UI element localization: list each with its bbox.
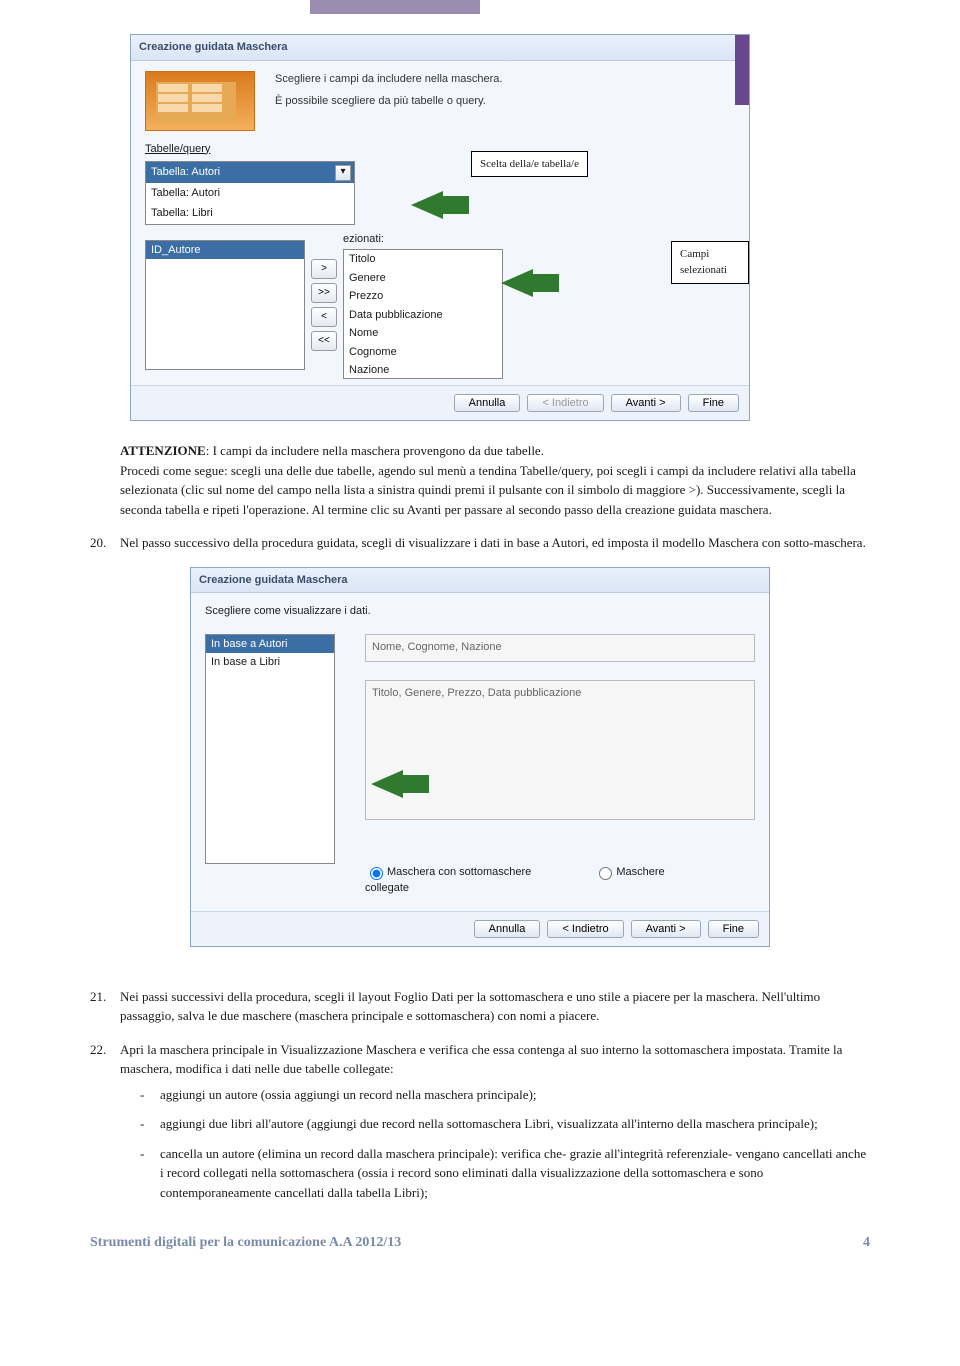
step-20-number: 20. — [90, 533, 106, 553]
green-arrow-icon — [411, 191, 443, 219]
radio-subform[interactable]: Maschera con sottomaschere — [365, 866, 531, 878]
list-item[interactable]: Nome — [344, 324, 502, 343]
footer-title: Strumenti digitali per la comunicazione … — [90, 1232, 401, 1253]
wizard1-title: Creazione guidata Maschera — [131, 35, 749, 61]
page-footer: Strumenti digitali per la comunicazione … — [90, 1232, 870, 1253]
radio-subform-label: Maschera con sottomaschere — [387, 866, 531, 878]
radio-linked-input[interactable] — [599, 867, 612, 880]
list-item[interactable]: Cognome — [344, 343, 502, 362]
step-22: 22. Apri la maschera principale in Visua… — [90, 1040, 870, 1203]
step-22-number: 22. — [90, 1040, 106, 1060]
next-button[interactable]: Avanti > — [611, 394, 681, 412]
green-arrow-icon — [371, 770, 403, 798]
step-21: 21. Nei passi successivi della procedura… — [90, 987, 870, 1026]
wizard1-description: Scegliere i campi da includere nella mas… — [275, 71, 735, 116]
top-accent-bar — [310, 0, 480, 14]
para-19-body: Procedi come segue: scegli una delle due… — [120, 463, 856, 517]
step-20-text: Nel passo successivo della procedura gui… — [120, 535, 866, 550]
paragraph-attention: ATTENZIONE: I campi da includere nella m… — [90, 441, 870, 519]
back-button[interactable]: < Indietro — [547, 920, 623, 938]
finish-button[interactable]: Fine — [688, 394, 739, 412]
view-by-list[interactable]: In base a Autori In base a Libri — [205, 634, 335, 864]
list-item[interactable]: In base a Autori — [206, 635, 334, 654]
dropdown-option[interactable]: Tabella: Autori — [146, 162, 354, 183]
list-item[interactable]: Genere — [344, 269, 502, 288]
tables-query-label: Tabelle/query — [145, 141, 735, 158]
tables-query-dropdown[interactable]: ▾ Tabella: Autori Tabella: Autori Tabell… — [145, 161, 355, 225]
wizard2-instruction: Scegliere come visualizzare i dati. — [191, 593, 769, 620]
dropdown-option[interactable]: Tabella: Autori — [146, 183, 354, 204]
step-20: 20. Nel passo successivo della procedura… — [90, 533, 870, 553]
finish-button[interactable]: Fine — [708, 920, 759, 938]
cancel-button[interactable]: Annulla — [474, 920, 541, 938]
callout-scelta-tabella: Scelta della/e tabella/e — [471, 151, 588, 178]
green-arrow-icon — [501, 269, 533, 297]
step-22-text: Apri la maschera principale in Visualizz… — [120, 1042, 842, 1077]
list-item[interactable]: Data pubblicazione — [344, 306, 502, 325]
bullet-item: aggiungi un autore (ossia aggiungi un re… — [148, 1085, 870, 1105]
list-item[interactable]: In base a Libri — [206, 653, 334, 672]
back-button: < Indietro — [527, 394, 603, 412]
footer-page-number: 4 — [863, 1232, 870, 1253]
callout-campi-selezionati: Campi selezionati — [671, 241, 749, 284]
wizard2-footer: Annulla < Indietro Avanti > Fine — [191, 911, 769, 946]
bullet-item: cancella un autore (elimina un record da… — [148, 1144, 870, 1203]
next-button[interactable]: Avanti > — [631, 920, 701, 938]
dropdown-button-icon[interactable]: ▾ — [335, 165, 351, 181]
add-all-button[interactable]: >> — [311, 283, 337, 303]
wiz1-desc-line1: Scegliere i campi da includere nella mas… — [275, 71, 735, 88]
remove-field-button[interactable]: < — [311, 307, 337, 327]
selected-fields-list[interactable]: Titolo Genere Prezzo Data pubblicazione … — [343, 249, 503, 379]
selected-fields-label: ezionati: — [343, 231, 503, 248]
wiz1-desc-line2: È possibile scegliere da più tabelle o q… — [275, 93, 735, 110]
wizard2-title: Creazione guidata Maschera — [191, 568, 769, 594]
sub-fields-preview: Titolo, Genere, Prezzo, Data pubblicazio… — [365, 680, 755, 820]
attention-lead: ATTENZIONE — [120, 443, 206, 458]
list-item[interactable]: ID_Autore — [146, 241, 304, 260]
main-fields-preview: Nome, Cognome, Nazione — [365, 634, 755, 662]
list-item[interactable]: Prezzo — [344, 287, 502, 306]
list-item[interactable]: Titolo — [344, 250, 502, 269]
step-21-text: Nei passi successivi della procedura, sc… — [120, 989, 820, 1024]
remove-all-button[interactable]: << — [311, 331, 337, 351]
wizard-2: Creazione guidata Maschera Scegliere com… — [190, 567, 770, 947]
available-fields-list[interactable]: ID_Autore — [145, 240, 305, 370]
wizard-1: Creazione guidata Maschera Scegliere i c… — [130, 34, 750, 421]
add-field-button[interactable]: > — [311, 259, 337, 279]
cancel-button[interactable]: Annulla — [454, 394, 521, 412]
step-21-number: 21. — [90, 987, 106, 1007]
bullet-item: aggiungi due libri all'autore (aggiungi … — [148, 1114, 870, 1134]
dropdown-option[interactable]: Tabella: Libri — [146, 203, 354, 224]
wizard-illustration-icon — [145, 71, 255, 131]
list-item[interactable]: Nazione — [344, 361, 502, 379]
wizard1-footer: Annulla < Indietro Avanti > Fine — [131, 385, 749, 420]
attention-text: : I campi da includere nella maschera pr… — [206, 443, 544, 458]
radio-subform-input[interactable] — [370, 867, 383, 880]
